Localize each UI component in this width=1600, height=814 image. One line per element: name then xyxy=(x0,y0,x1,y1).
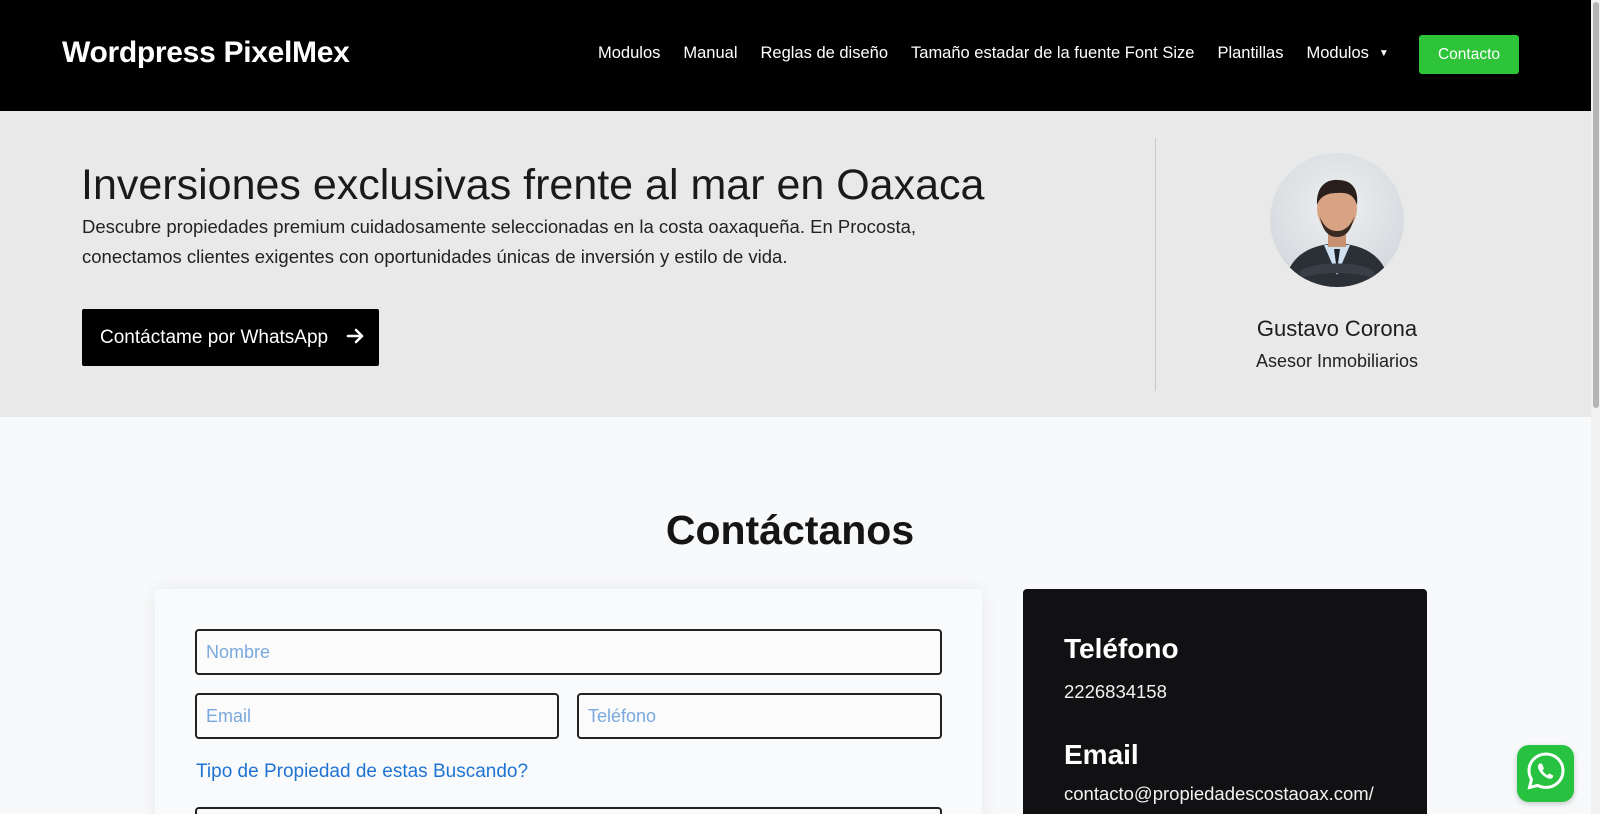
email-value[interactable]: contacto@propiedadescostaoax.com/ xyxy=(1064,783,1374,805)
contact-section-title: Contáctanos xyxy=(665,507,915,553)
whatsapp-contact-button[interactable]: Contáctame por WhatsApp xyxy=(82,309,379,366)
main-nav: Modulos Manual Reglas de diseño Tamaño e… xyxy=(598,44,1412,63)
agent-role: Asesor Inmobiliarios xyxy=(1255,351,1419,371)
whatsapp-float-button[interactable] xyxy=(1517,745,1574,802)
scrollbar-thumb[interactable] xyxy=(1593,2,1599,408)
site-brand[interactable]: Wordpress PixelMex xyxy=(62,36,350,70)
contact-button[interactable]: Contacto xyxy=(1419,35,1519,74)
email-input[interactable] xyxy=(195,693,559,739)
hero-description: Descubre propiedades premium cuidadosame… xyxy=(82,216,917,267)
hero-divider xyxy=(1155,138,1156,391)
agent-avatar xyxy=(1270,153,1404,287)
hero-title: Inversiones exclusivas frente al mar en … xyxy=(81,161,985,209)
contact-form: Tipo de Propiedad de estas Buscando? xyxy=(155,589,982,814)
whatsapp-icon xyxy=(1525,750,1567,797)
name-input[interactable] xyxy=(195,629,942,675)
nav-item-reglas-diseno[interactable]: Reglas de diseño xyxy=(761,44,889,63)
phone-input[interactable] xyxy=(577,693,942,739)
email-heading: Email xyxy=(1064,739,1139,770)
whatsapp-button-label: Contáctame por WhatsApp xyxy=(100,326,329,348)
site-header: Wordpress PixelMex Modulos Manual Reglas… xyxy=(0,0,1591,111)
nav-dropdown-label: Modulos xyxy=(1306,44,1369,62)
property-type-label: Tipo de Propiedad de estas Buscando? xyxy=(196,761,529,782)
caret-down-icon: ▼ xyxy=(1378,48,1389,59)
nav-item-modulos-dropdown[interactable]: Modulos ▼ xyxy=(1307,44,1389,63)
property-type-select[interactable] xyxy=(195,807,942,814)
nav-item-plantillas[interactable]: Plantillas xyxy=(1217,44,1283,63)
agent-name: Gustavo Corona xyxy=(1256,316,1418,341)
nav-item-manual[interactable]: Manual xyxy=(683,44,737,63)
phone-heading: Teléfono xyxy=(1064,633,1179,664)
phone-value[interactable]: 2226834158 xyxy=(1064,681,1167,703)
arrow-right-icon xyxy=(346,325,366,351)
contact-info-card: Teléfono 2226834158 Email contacto@propi… xyxy=(1023,589,1427,814)
nav-item-modulos[interactable]: Modulos xyxy=(598,44,660,63)
nav-item-font-size[interactable]: Tamaño estadar de la fuente Font Size xyxy=(911,44,1194,63)
hero-section: Inversiones exclusivas frente al mar en … xyxy=(0,111,1591,417)
